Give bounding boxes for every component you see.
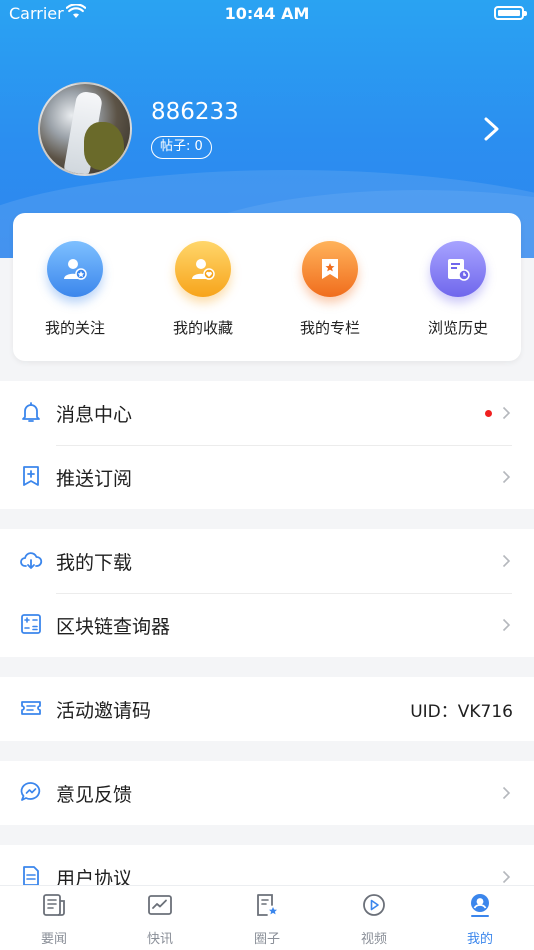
status-bar: Carrier 10:44 AM	[0, 0, 534, 28]
shortcut-favorites[interactable]: 我的收藏	[148, 241, 258, 338]
tab-bar: 要闻 快讯 圈子 视频 我的	[0, 885, 534, 950]
tab-label: 快讯	[146, 932, 173, 947]
shortcut-label: 浏览历史	[427, 319, 488, 337]
tab-label: 我的	[466, 932, 493, 947]
tab-label: 视频	[360, 932, 387, 947]
menu-label: 意见反馈	[56, 784, 133, 806]
chevron-right-icon	[502, 554, 511, 568]
shortcut-label: 我的关注	[44, 319, 105, 337]
menu-group-tools: 我的下载 区块链查询器	[0, 529, 534, 657]
tab-circle[interactable]: 圈子	[227, 892, 307, 947]
chevron-right-icon	[502, 470, 511, 484]
ticket-icon	[21, 701, 41, 715]
uid-value: UID：VK716	[410, 702, 513, 722]
menu-label: 推送订阅	[56, 468, 133, 490]
menu-row-downloads[interactable]: 我的下载	[0, 529, 534, 593]
tab-video[interactable]: 视频	[334, 892, 414, 947]
bookmark-star-icon	[302, 241, 358, 297]
menu-row-invite-code[interactable]: 活动邀请码 UID：VK716	[0, 677, 534, 741]
menu-label: 活动邀请码	[56, 700, 152, 722]
chevron-right-icon	[502, 406, 511, 420]
chat-bubble-icon	[20, 782, 41, 801]
menu-row-blockchain-explorer[interactable]: 区块链查询器	[0, 593, 534, 657]
menu-group-feedback: 意见反馈	[0, 761, 534, 825]
shortcut-history[interactable]: 浏览历史	[403, 241, 513, 338]
user-avatar-icon	[471, 894, 489, 917]
user-star-icon	[47, 241, 103, 297]
unread-dot	[485, 410, 492, 417]
play-circle-icon	[363, 894, 385, 916]
chevron-right-icon	[502, 618, 511, 632]
menu-row-messages[interactable]: 消息中心	[0, 381, 534, 445]
shortcut-label: 我的专栏	[299, 319, 360, 337]
tab-mine[interactable]: 我的	[440, 892, 520, 947]
shortcut-label: 我的收藏	[172, 319, 233, 337]
newspaper-icon	[43, 894, 65, 916]
chevron-right-icon	[502, 786, 511, 800]
note-star-icon	[257, 894, 277, 916]
menu-group-notifications: 消息中心 推送订阅	[0, 381, 534, 509]
tab-news[interactable]: 要闻	[14, 892, 94, 947]
menu-group-invite: 活动邀请码 UID：VK716	[0, 677, 534, 741]
document-clock-icon	[430, 241, 486, 297]
username: 886233	[151, 99, 239, 125]
calculator-icon	[21, 614, 41, 634]
menu-label: 区块链查询器	[56, 616, 171, 638]
avatar[interactable]	[38, 82, 132, 176]
shortcut-following[interactable]: 我的关注	[20, 241, 130, 338]
tab-flash[interactable]: 快讯	[120, 892, 200, 947]
chevron-right-icon	[502, 870, 511, 884]
user-heart-icon	[175, 241, 231, 297]
tab-label: 要闻	[40, 932, 67, 947]
cloud-download-icon	[20, 552, 43, 569]
menu-label: 消息中心	[56, 404, 133, 426]
battery-icon	[494, 6, 527, 20]
chart-line-icon	[148, 895, 172, 915]
bell-icon	[22, 402, 40, 422]
chevron-right-icon[interactable]	[478, 114, 504, 144]
menu-label: 我的下载	[56, 552, 133, 574]
shortcut-columns[interactable]: 我的专栏	[275, 241, 385, 338]
bookmark-plus-icon	[23, 466, 39, 486]
posts-count-badge: 帖子: 0	[151, 136, 212, 159]
menu-row-push-subscription[interactable]: 推送订阅	[0, 445, 534, 509]
shortcut-card: 我的关注 我的收藏 我的专栏 浏览历史	[13, 213, 521, 361]
tab-label: 圈子	[253, 932, 280, 947]
clock: 10:44 AM	[224, 4, 310, 23]
menu-row-feedback[interactable]: 意见反馈	[0, 761, 534, 825]
